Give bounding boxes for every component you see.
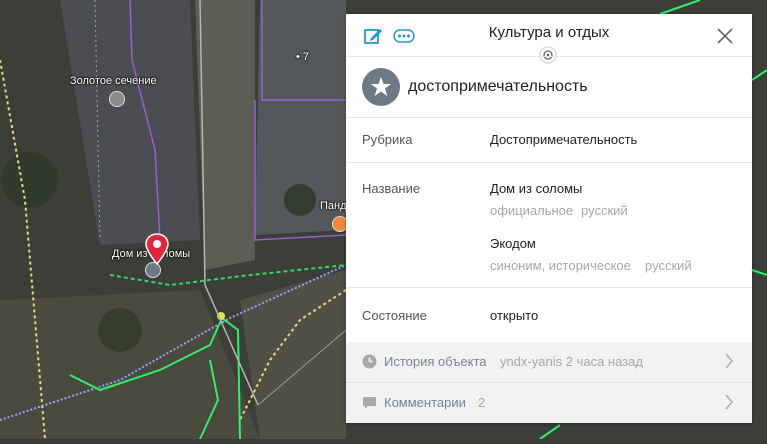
object-category-name: достопримечательность	[408, 78, 588, 95]
rubric-label: Рубрика	[362, 132, 413, 147]
chevron-right-icon	[724, 353, 734, 374]
name-value-official: Дом из соломы	[490, 181, 583, 196]
name-type-synonym: синоним, историческое	[490, 258, 631, 273]
comments-label: Комментарии	[384, 395, 466, 410]
clock-icon	[362, 354, 377, 374]
close-icon[interactable]	[714, 25, 736, 47]
divider	[346, 117, 752, 118]
poi-label-zolotoe[interactable]: Золотое сечение	[70, 75, 157, 87]
star-icon	[362, 68, 400, 106]
divider	[346, 56, 752, 57]
name-type-official: официальное	[490, 203, 574, 218]
history-row[interactable]: История объекта yndx-yanis 2 часа назад	[346, 342, 752, 382]
state-value: открыто	[490, 308, 539, 323]
name-lang: русский	[645, 258, 692, 273]
locate-icon[interactable]	[539, 46, 557, 69]
name-value-synonym: Экодом	[490, 236, 536, 251]
comment-icon	[362, 395, 377, 415]
poi-label-pand[interactable]: Панд	[320, 200, 347, 212]
name-label: Название	[362, 181, 421, 196]
briefcase-icon[interactable]	[109, 91, 125, 107]
divider	[346, 287, 752, 288]
panel-title: Культура и отдых	[488, 24, 610, 41]
rubric-value: Достопримечательность	[490, 132, 638, 147]
map-pin-icon[interactable]	[143, 232, 171, 268]
object-type: достопримечательность	[362, 67, 588, 107]
comments-count: 2	[478, 395, 486, 410]
divider	[346, 162, 752, 163]
history-label: История объекта	[384, 354, 487, 369]
house-number-label: • 7	[296, 51, 310, 63]
comments-row[interactable]: Комментарии 2	[346, 383, 752, 423]
panel-header: Культура и отдых	[346, 14, 752, 64]
name-lang: русский	[581, 203, 628, 218]
state-label: Состояние	[362, 308, 427, 323]
chevron-right-icon	[724, 394, 734, 415]
object-card-panel: Культура и отдых достопримечательность Р…	[346, 14, 752, 423]
history-meta: yndx-yanis 2 часа назад	[500, 354, 643, 369]
